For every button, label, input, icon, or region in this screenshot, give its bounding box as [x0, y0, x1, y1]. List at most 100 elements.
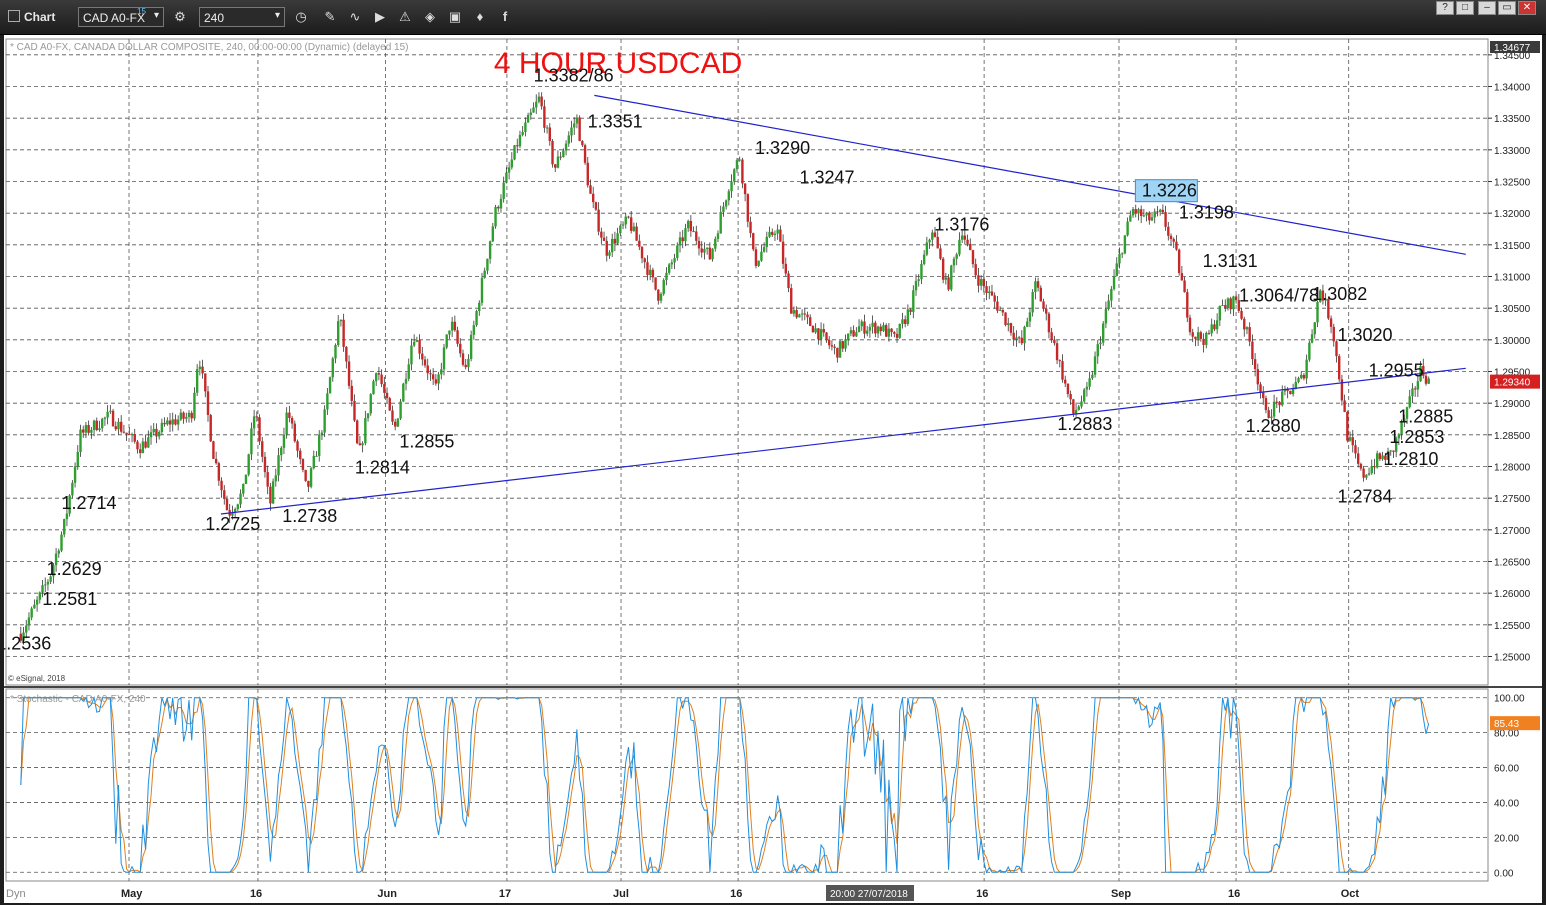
candle-body: [453, 321, 457, 331]
price-tick-label: 1.30500: [1494, 304, 1531, 315]
candle-body: [1069, 394, 1072, 400]
candle-body: [865, 330, 869, 334]
time-tick-label: 16: [1228, 888, 1240, 900]
candle-body: [697, 240, 701, 249]
candle-body: [610, 238, 614, 253]
candle-body: [1191, 332, 1194, 337]
candle-body: [518, 134, 522, 147]
price-annotation: 1.3351: [588, 112, 643, 132]
candle-body: [445, 334, 448, 348]
twitter-icon[interactable]: ♦: [470, 7, 490, 27]
candle-body: [754, 249, 758, 266]
candle-body: [377, 373, 381, 375]
candle-body: [1367, 473, 1371, 475]
candle-body: [779, 229, 782, 242]
price-annotation: 1.3020: [1337, 325, 1392, 345]
price-tick-label: 1.33500: [1494, 114, 1531, 125]
candle-body: [410, 345, 413, 365]
tag-icon[interactable]: ◈: [420, 7, 440, 27]
candle-body: [1362, 468, 1365, 478]
candle-body: [602, 237, 606, 241]
close-button[interactable]: ✕: [1518, 1, 1536, 15]
candle-body: [784, 263, 788, 274]
candle-body: [1329, 318, 1333, 327]
candle-body: [895, 333, 899, 338]
candle-body: [667, 264, 671, 273]
candle-body: [198, 366, 202, 370]
candle-body: [269, 486, 272, 504]
candle-body: [307, 480, 310, 487]
candle-body: [423, 359, 427, 366]
maximize-button[interactable]: ▭: [1498, 1, 1516, 15]
candle-body: [1055, 343, 1059, 361]
candle-body: [364, 418, 367, 444]
candle-body: [374, 373, 378, 382]
candle-body: [757, 260, 760, 266]
candle-body: [1180, 273, 1184, 281]
candle-body: [559, 156, 562, 158]
time-tick-label: May: [121, 888, 143, 900]
candle-body: [825, 332, 828, 341]
candle-body: [1196, 332, 1200, 339]
candle-body: [209, 414, 212, 442]
candle-body: [1210, 324, 1213, 334]
chart-svg[interactable]: 1.345001.340001.335001.330001.325001.320…: [4, 35, 1542, 903]
candle-body: [1156, 211, 1159, 213]
candle-body: [426, 365, 429, 374]
symbol-select[interactable]: CAD A0-FX 15 ▾: [78, 7, 164, 27]
candle-body: [1080, 401, 1083, 407]
play-icon[interactable]: ▶: [370, 7, 390, 27]
candle-body: [421, 353, 424, 360]
facebook-icon[interactable]: f: [495, 7, 515, 27]
candle-body: [646, 262, 649, 275]
candle-body: [982, 278, 986, 287]
candle-body: [1083, 389, 1086, 402]
candle-body: [846, 333, 850, 340]
candle-body: [733, 169, 736, 182]
candle-body: [114, 426, 117, 430]
clock-icon[interactable]: ◷: [291, 7, 311, 27]
candle-body: [1199, 332, 1203, 339]
candle-body: [814, 328, 817, 333]
draw-icon[interactable]: ✎: [320, 7, 340, 27]
price-tick-label: 1.32000: [1494, 209, 1531, 220]
candle-body: [589, 185, 592, 194]
candle-body: [1424, 375, 1428, 384]
candle-body: [250, 428, 253, 455]
candle-body: [562, 150, 565, 157]
candle-body: [833, 346, 836, 348]
candle-body: [1053, 339, 1056, 344]
candle-body: [288, 412, 291, 418]
candle-body: [133, 434, 136, 442]
candle-body: [621, 224, 625, 226]
candle-body: [82, 429, 85, 433]
price-annotation: 1.3131: [1203, 251, 1258, 271]
candle-body: [524, 122, 527, 132]
interval-select[interactable]: 240 ▾: [199, 7, 285, 27]
candle-body: [830, 345, 834, 347]
candle-body: [502, 182, 505, 199]
candle-body: [662, 280, 665, 294]
help-button[interactable]: ?: [1436, 1, 1454, 15]
minimize-button[interactable]: –: [1478, 1, 1496, 15]
candle-body: [1148, 212, 1151, 221]
candle-body: [266, 472, 269, 487]
alert-icon[interactable]: ⚠: [395, 7, 415, 27]
candle-body: [141, 441, 145, 454]
settings-icon[interactable]: ⚙: [170, 7, 190, 27]
restore-button[interactable]: □: [1456, 1, 1474, 15]
line-tool-icon[interactable]: ∿: [345, 7, 365, 27]
candle-body: [716, 233, 720, 239]
candle-body: [160, 422, 164, 433]
candle-body: [1251, 341, 1254, 360]
candle-body: [998, 309, 1002, 311]
candle-body: [1001, 309, 1005, 313]
candle-body: [947, 277, 950, 290]
candle-body: [396, 418, 400, 427]
candle-body: [323, 409, 326, 433]
candle-body: [290, 417, 294, 424]
candle-body: [220, 480, 223, 491]
candle-body: [792, 310, 796, 314]
candle-body: [60, 534, 63, 551]
comment-icon[interactable]: ▣: [445, 7, 465, 27]
